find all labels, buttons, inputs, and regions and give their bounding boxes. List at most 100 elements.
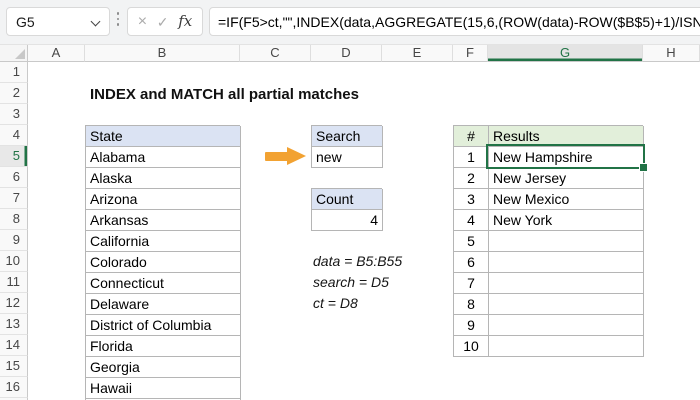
cell-state[interactable]: Alaska [86,168,241,189]
cell-state[interactable]: Georgia [86,357,241,378]
results-row: 9 [454,315,644,336]
column-header-F[interactable]: F [453,44,488,62]
cell-state[interactable]: Connecticut [86,273,241,294]
cell-result[interactable]: New Hampshire [489,147,644,168]
cell-state[interactable]: Alabama [86,147,241,168]
sheet-title[interactable]: INDEX and MATCH all partial matches [90,86,359,103]
column-header-B[interactable]: B [85,44,240,62]
results-row: 5 [454,231,644,252]
row-header-1[interactable]: 1 [0,62,28,83]
cell-result[interactable] [489,231,644,252]
select-all-triangle-icon [15,49,25,59]
search-box: Search new [311,125,383,168]
cell-result-number[interactable]: 7 [454,273,489,294]
row-header-3[interactable]: 3 [0,104,28,125]
results-row: 8 [454,294,644,315]
results-table: # Results 1 New Hampshire 2 New Jersey 3 New … [453,125,644,357]
cell-result-number[interactable]: 6 [454,252,489,273]
formula-bar[interactable]: =IF(F5>ct,"",INDEX(data,AGGREGATE(15,6,(… [209,7,700,36]
row-header-13[interactable]: 13 [0,314,28,335]
name-box-value: G5 [16,13,35,30]
column-header-H[interactable]: H [643,44,700,62]
column-header-A[interactable]: A [28,44,85,62]
row-header-10[interactable]: 10 [0,251,28,272]
row-header-8[interactable]: 8 [0,209,28,230]
results-row: 10 [454,336,644,357]
search-header-cell[interactable]: Search [312,126,383,147]
chevron-down-icon[interactable] [92,18,100,26]
annotation-line[interactable]: data = B5:B55 [313,251,402,272]
column-header-E[interactable]: E [382,44,453,62]
count-box: Count 4 [311,188,383,231]
cell-state[interactable]: Florida [86,336,241,357]
row-headers: 1234567891011121314151617 [0,62,28,400]
cell-result-number[interactable]: 10 [454,336,489,357]
row-header-2[interactable]: 2 [0,83,28,104]
cell-result-number[interactable]: 5 [454,231,489,252]
cell-result[interactable]: New Mexico [489,189,644,210]
select-all-button[interactable] [0,44,28,62]
named-range-annotations: data = B5:B55 search = D5 ct = D8 [313,251,402,314]
column-header-G[interactable]: G [488,44,643,62]
cell-result[interactable] [489,336,644,357]
cell-state[interactable]: Arkansas [86,210,241,231]
sheet-body: INDEX and MATCH all partial matches Stat… [28,62,700,400]
fill-handle[interactable] [639,163,648,172]
cell-result[interactable]: New Jersey [489,168,644,189]
cell-result[interactable] [489,252,644,273]
cell-result-number[interactable]: 3 [454,189,489,210]
state-header-cell[interactable]: State [86,126,241,147]
row-header-12[interactable]: 12 [0,293,28,314]
row-header-9[interactable]: 9 [0,230,28,251]
results-row: 4 New York [454,210,644,231]
search-value-cell[interactable]: new [312,147,383,168]
formula-toolbar: G5 × ✓ fx =IF(F5>ct,"",INDEX(data,AGGREG… [0,0,700,45]
orange-arrow-icon [265,152,288,161]
cell-state[interactable]: California [86,231,241,252]
results-row: 7 [454,273,644,294]
cell-result-number[interactable]: 8 [454,294,489,315]
row-header-7[interactable]: 7 [0,188,28,209]
cell-result[interactable] [489,273,644,294]
cell-result[interactable]: New York [489,210,644,231]
name-box[interactable]: G5 [6,7,110,36]
insert-function-icon[interactable]: fx [178,14,192,29]
cell-state[interactable]: District of Columbia [86,315,241,336]
cell-result-number[interactable]: 9 [454,315,489,336]
annotation-line[interactable]: search = D5 [313,272,402,293]
cell-state[interactable]: Arizona [86,189,241,210]
annotation-line[interactable]: ct = D8 [313,293,402,314]
cell-result-number[interactable]: 2 [454,168,489,189]
row-header-15[interactable]: 15 [0,356,28,377]
orange-arrow-head-icon [287,147,306,165]
row-header-14[interactable]: 14 [0,335,28,356]
toolbar-separator-dots-icon [115,12,121,32]
excel-window: G5 × ✓ fx =IF(F5>ct,"",INDEX(data,AGGREG… [0,0,700,400]
results-header-cell[interactable]: Results [489,126,644,147]
formula-buttons-group: × ✓ fx [127,7,203,36]
row-header-5[interactable]: 5 [0,146,28,167]
column-header-D[interactable]: D [311,44,382,62]
count-header-cell[interactable]: Count [312,189,383,210]
cancel-icon[interactable]: × [138,13,147,30]
results-row: 3 New Mexico [454,189,644,210]
column-header-C[interactable]: C [240,44,311,62]
cell-result[interactable] [489,315,644,336]
cell-state[interactable]: Delaware [86,294,241,315]
state-table: State Alabama Alaska Arizona Arkansas Califo… [85,125,241,400]
formula-text: =IF(F5>ct,"",INDEX(data,AGGREGATE(15,6,(… [218,13,700,30]
count-value-cell[interactable]: 4 [312,210,383,231]
cell-state[interactable]: Colorado [86,252,241,273]
cell-result[interactable] [489,294,644,315]
enter-icon[interactable]: ✓ [157,15,169,29]
row-header-6[interactable]: 6 [0,167,28,188]
cell-result-number[interactable]: 1 [454,147,489,168]
results-row: 6 [454,252,644,273]
results-number-header-cell[interactable]: # [454,126,489,147]
row-header-4[interactable]: 4 [0,125,28,146]
row-header-11[interactable]: 11 [0,272,28,293]
results-header-row: # Results [454,126,644,147]
cell-state[interactable]: Hawaii [86,378,241,399]
cell-result-number[interactable]: 4 [454,210,489,231]
row-header-16[interactable]: 16 [0,377,28,398]
